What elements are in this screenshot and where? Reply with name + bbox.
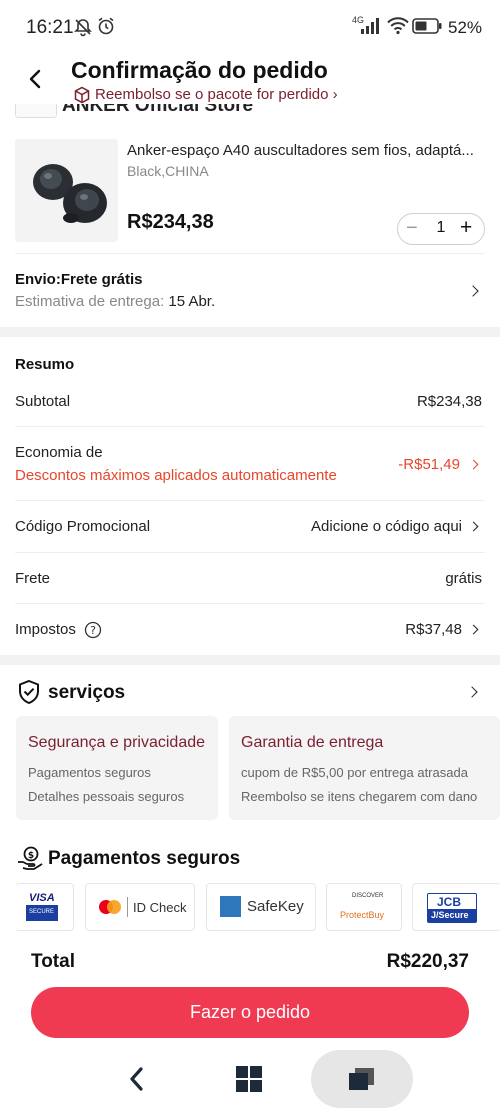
- shipping-chevron-icon[interactable]: [467, 285, 479, 297]
- back-arrow-icon[interactable]: [24, 66, 46, 92]
- nav-back-icon[interactable]: [126, 1066, 148, 1092]
- decrease-quantity-button[interactable]: −: [406, 217, 418, 240]
- discover-text: DISCOVER: [352, 893, 384, 899]
- total-value: R$220,37: [386, 951, 469, 972]
- card-title: Segurança e privacidade: [28, 734, 206, 751]
- subtotal-value: R$234,38: [416, 393, 482, 410]
- savings-label: Economia de: [15, 444, 103, 461]
- delivery-estimate-label: Estimativa de entrega:: [15, 293, 169, 310]
- status-time: 16:21: [26, 17, 74, 38]
- svg-text:?: ?: [90, 624, 96, 637]
- services-chevron-icon[interactable]: [466, 686, 478, 698]
- product-variant: Black,CHINA: [127, 163, 209, 179]
- wifi-icon: [387, 17, 409, 35]
- promo-chevron-icon[interactable]: [468, 521, 479, 532]
- badge-divider: [127, 897, 128, 917]
- safekey-text: SafeKey: [247, 898, 304, 915]
- secure-payments-title: Pagamentos seguros: [48, 848, 241, 869]
- freight-value: grátis: [445, 570, 482, 587]
- amex-logo: [220, 896, 241, 917]
- summary-title: Resumo: [15, 356, 75, 373]
- visa-secure-text: SECURE: [29, 909, 55, 915]
- section-gap: [0, 655, 500, 665]
- divider: [15, 426, 485, 427]
- amex-safekey-badge: SafeKey: [206, 883, 316, 931]
- store-name: ANKER Official Store: [62, 104, 254, 116]
- place-order-button[interactable]: Fazer o pedido: [31, 987, 469, 1038]
- refund-guarantee-link[interactable]: Reembolso se o pacote for perdido ›: [95, 86, 338, 103]
- promo-code-link[interactable]: Adicione o código aqui: [311, 518, 462, 535]
- signal-icon: [361, 18, 379, 34]
- help-icon[interactable]: ?: [84, 621, 102, 639]
- delivery-estimate-date: 15 Abr.: [168, 293, 216, 310]
- svg-text:$: $: [28, 851, 34, 861]
- page-title: Confirmação do pedido: [71, 57, 328, 83]
- mastercard-logo: [107, 900, 121, 914]
- card-title: Garantia de entrega: [241, 734, 384, 751]
- freight-label: Frete: [15, 570, 51, 587]
- status-bar: 16:21 4G 52%: [0, 0, 500, 56]
- jcb-text: JCB: [437, 895, 462, 909]
- earbuds-image: [33, 164, 107, 223]
- promo-code-label: Código Promocional: [15, 518, 151, 535]
- jcb-jsecure-badge: JCB J/Secure: [412, 883, 500, 931]
- taxes-chevron-icon[interactable]: [468, 624, 479, 635]
- savings-note: Descontos máximos aplicados automaticame…: [15, 467, 337, 484]
- product-price: R$234,38: [127, 211, 214, 233]
- battery-percent: 52%: [448, 18, 483, 37]
- savings-chevron-icon[interactable]: [468, 459, 479, 470]
- jcb-secure-bar: J/Secure: [428, 909, 476, 922]
- mute-icon: [74, 19, 92, 37]
- increase-quantity-button[interactable]: +: [460, 216, 472, 240]
- divider: [15, 603, 485, 604]
- quantity-value: 1: [436, 219, 446, 236]
- divider: [15, 500, 485, 501]
- visa-secure-bar: SECURE: [26, 905, 58, 921]
- discover-protectbuy-badge: DISCOVER ProtectBuy: [326, 883, 402, 931]
- visa-secure-badge: VISA SECURE: [15, 883, 74, 931]
- taxes-value[interactable]: R$37,48: [405, 621, 462, 638]
- services-title: serviços: [48, 682, 126, 703]
- jcb-logo: JCB J/Secure: [427, 893, 477, 923]
- card-line: Pagamentos seguros: [28, 765, 151, 780]
- card-line: cupom de R$5,00 por entrega atrasada: [241, 765, 468, 780]
- battery-icon: [412, 18, 442, 34]
- divider: [15, 552, 485, 553]
- secure-payment-icon: $: [18, 846, 43, 870]
- nav-home-icon[interactable]: [236, 1066, 262, 1092]
- quantity-stepper[interactable]: − 1 +: [397, 213, 485, 245]
- section-gap: [0, 327, 500, 337]
- total-label: Total: [31, 951, 75, 972]
- delivery-estimate: Estimativa de entrega: 15 Abr.: [15, 293, 215, 310]
- store-logo: [15, 104, 57, 118]
- system-nav-bar: [0, 1040, 500, 1111]
- card-line: Reembolso se itens chegarem com dano: [241, 789, 478, 804]
- id-check-text: ID Check: [133, 900, 187, 915]
- card-line: Detalhes pessoais seguros: [28, 789, 185, 804]
- shield-icon: [19, 679, 39, 705]
- nav-recents-button[interactable]: [311, 1050, 413, 1108]
- subtotal-label: Subtotal: [15, 393, 71, 410]
- product-name[interactable]: Anker-espaço A40 auscultadores sem fios,…: [127, 142, 487, 159]
- store-header-strip: ANKER Official Store: [0, 104, 500, 120]
- jsecure-text: J/Secure: [431, 910, 469, 920]
- divider: [15, 253, 485, 254]
- savings-value[interactable]: -R$51,49: [398, 456, 460, 473]
- product-image[interactable]: [15, 139, 118, 242]
- protectbuy-text: ProtectBuy: [340, 910, 385, 920]
- package-icon: [74, 86, 90, 104]
- shipping-title[interactable]: Envio:Frete grátis: [15, 271, 143, 288]
- mastercard-idcheck-badge: ID Check: [85, 883, 195, 931]
- alarm-icon: [98, 17, 114, 35]
- delivery-guarantee-card[interactable]: Garantia de entrega cupom de R$5,00 por …: [229, 716, 500, 820]
- security-privacy-card[interactable]: Segurança e privacidade Pagamentos segur…: [16, 716, 218, 820]
- visa-text: VISA: [29, 892, 55, 904]
- taxes-label: Impostos: [15, 621, 76, 638]
- nav-recents-icon: [349, 1068, 374, 1090]
